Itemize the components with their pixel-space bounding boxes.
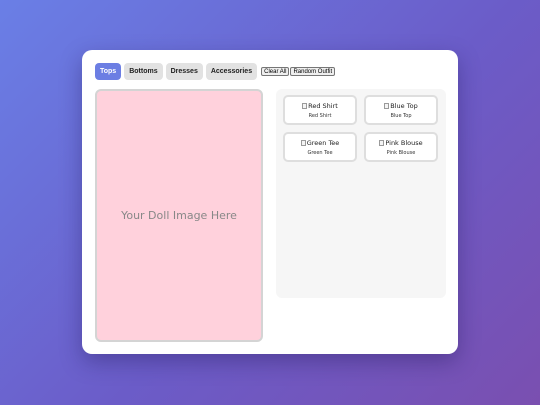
image-alt-text: Red Shirt <box>308 101 338 110</box>
clothing-item-name: Blue Top <box>390 112 412 119</box>
clothing-item-red-shirt[interactable]: Red Shirt Red Shirt <box>283 95 357 125</box>
doll-placeholder-text: Your Doll Image Here <box>121 209 237 222</box>
tab-tops[interactable]: Tops <box>95 63 122 80</box>
random-outfit-button[interactable]: Random Outfit <box>290 67 336 76</box>
clothing-item-pink-blouse[interactable]: Pink Blouse Pink Blouse <box>364 132 438 162</box>
clothing-item-green-tee[interactable]: Green Tee Green Tee <box>283 132 357 162</box>
image-alt-text: Green Tee <box>306 138 340 147</box>
category-toolbar: Tops Bottoms Dresses Accessories Clear A… <box>95 63 336 80</box>
dress-up-app-card: Tops Bottoms Dresses Accessories Clear A… <box>82 50 458 354</box>
broken-image-icon <box>384 102 390 109</box>
clothes-panel: Red Shirt Red Shirt Blue Top Blue Top Gr… <box>276 89 446 298</box>
broken-image-icon <box>300 139 306 146</box>
tab-accessories[interactable]: Accessories <box>205 63 258 80</box>
clothing-image: Pink Blouse <box>379 138 423 147</box>
clothing-item-name: Red Shirt <box>308 112 332 119</box>
image-alt-text: Blue Top <box>390 101 418 110</box>
doll-display-area[interactable]: Your Doll Image Here <box>95 89 263 342</box>
clothing-item-name: Green Tee <box>307 149 333 156</box>
clothing-item-name: Pink Blouse <box>386 149 416 156</box>
clothing-item-grid: Red Shirt Red Shirt Blue Top Blue Top Gr… <box>283 95 438 162</box>
tab-dresses[interactable]: Dresses <box>165 63 203 80</box>
image-alt-text: Pink Blouse <box>385 138 423 147</box>
clothing-image: Red Shirt <box>302 102 338 110</box>
clothing-item-blue-top[interactable]: Blue Top Blue Top <box>364 95 438 125</box>
clear-all-button[interactable]: Clear All <box>261 67 290 76</box>
broken-image-icon <box>379 139 385 146</box>
broken-image-icon <box>302 102 308 109</box>
clothing-image: Blue Top <box>384 101 418 110</box>
clothing-image: Green Tee <box>300 138 340 147</box>
tab-bottoms[interactable]: Bottoms <box>124 63 163 80</box>
